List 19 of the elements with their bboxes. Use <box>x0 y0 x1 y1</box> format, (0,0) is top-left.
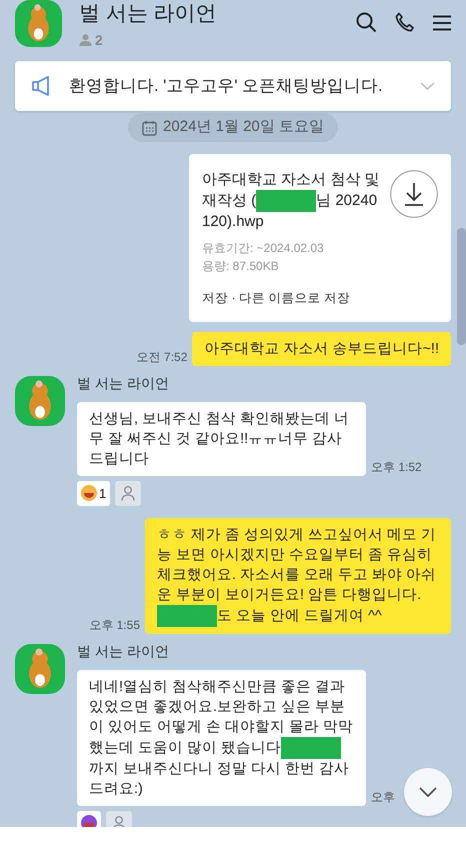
message-text: ㅎㅎ 제가 좀 성의있게 쓰고싶어서 메모 기능 보면 아시겠지만 수요일부터 좀 유심히 체크했어요. 자소서를 오래 두고 봐야 아쉬운 부분이 보이거든요! 암튼 다행입니다. 도 오늘 안에 드릴게여 ^^ <box>157 524 439 627</box>
reaction-chip[interactable]: 1 <box>77 480 110 506</box>
message-text: 네네!열심히 첨삭해주신만큼 좋은 결과 있었으면 좋겠어요.보완하고 싶은 부분이 있어도 어떻게 손 대야할지 몰라 막막했는데 도움이 많이 됐습니다 까지 보내주신다니 정말 다시 한번 감사드려요:) <box>89 678 354 799</box>
message-text: 선생님, 보내주신 첨삭 확인해봤는데 너무 잘 써주신 것 같아요!!ㅠㅠ너무 감사드립니다 <box>89 410 350 469</box>
message-time: 오전 7:52 <box>136 348 188 366</box>
file-actions[interactable]: 저장 · 다른 이름으로 저장 <box>202 289 382 308</box>
file-expiry: 유효기간: ~2024.02.03 <box>202 240 325 257</box>
message-text: 아주대학교 자소서 송부드립니다~!! <box>204 340 439 359</box>
file-size: 용량: 87.50KB <box>202 258 280 275</box>
member-count: 2 <box>95 30 103 50</box>
file-name: 아주대학교 자소서 첨삭 및 재작성 ( 님 20240120).hwp <box>202 170 381 232</box>
notice-banner[interactable]: 환영합니다. '고우고우' 오픈채팅방입니다. <box>15 61 451 111</box>
sender-name: 벌 서는 라이언 <box>77 642 170 661</box>
message-time: 오후 <box>371 788 395 806</box>
message-time: 오후 1:52 <box>371 458 422 476</box>
message-time: 오후 1:55 <box>89 616 140 634</box>
sender-name: 벌 서는 라이언 <box>77 374 170 393</box>
notice-text: 환영합니다. '고우고우' 오픈채팅방입니다. <box>69 76 383 97</box>
chat-title: 벌 서는 라이언 <box>79 1 217 27</box>
